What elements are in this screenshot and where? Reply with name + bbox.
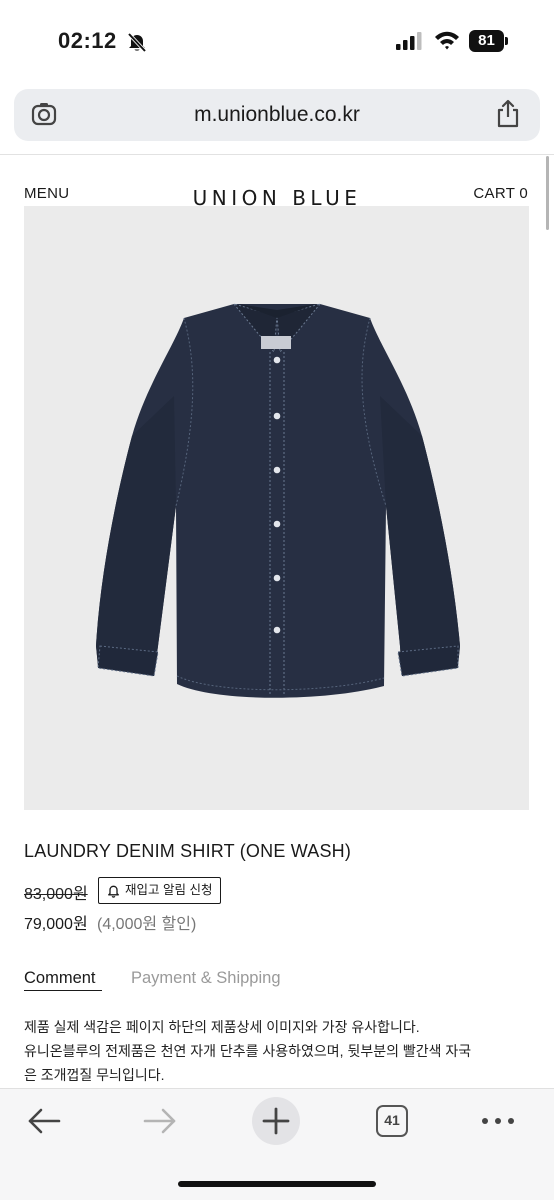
tab-comment[interactable]: Comment xyxy=(24,969,96,988)
url-text[interactable]: m.unionblue.co.kr xyxy=(14,89,540,141)
more-icon[interactable] xyxy=(480,1115,516,1127)
battery-level: 81 xyxy=(478,32,495,49)
restock-alert-label: 재입고 알림 신청 xyxy=(125,883,213,897)
browser-toolbar: 41 xyxy=(0,1088,554,1200)
new-tab-button[interactable] xyxy=(252,1097,300,1145)
battery-icon: 81 xyxy=(469,30,509,52)
active-tab-underline xyxy=(24,990,102,991)
comment-line: 제품 실제 색감은 페이지 하단의 제품상세 이미지와 가장 유사합니다. xyxy=(24,1019,420,1035)
wifi-icon xyxy=(435,31,459,50)
denim-shirt-image xyxy=(96,303,460,698)
share-icon[interactable] xyxy=(494,99,522,129)
tab-payment-shipping[interactable]: Payment & Shipping xyxy=(131,969,281,988)
comment-line: 은 조개껍질 무늬입니다. xyxy=(24,1067,165,1083)
discount-amount: (4,000원 할인) xyxy=(97,916,197,933)
product-image[interactable] xyxy=(24,206,529,810)
top-divider xyxy=(0,154,554,155)
comment-line: 유니온블루의 전제품은 천연 자개 단추를 사용하였으며, 뒷부분의 빨간색 자… xyxy=(24,1043,472,1059)
tab-switcher-button[interactable]: 41 xyxy=(376,1105,408,1137)
status-bar: 02:12 81 xyxy=(0,0,554,82)
restock-alert-button[interactable]: 재입고 알림 신청 xyxy=(98,877,222,904)
signal-icon xyxy=(396,32,422,50)
bell-icon xyxy=(108,885,119,898)
plus-icon xyxy=(262,1107,290,1135)
forward-arrow-icon[interactable] xyxy=(142,1106,178,1136)
status-time: 02:12 xyxy=(58,28,117,53)
cart-link[interactable]: CART 0 xyxy=(473,185,528,202)
product-title: LAUNDRY DENIM SHIRT (ONE WASH) xyxy=(24,841,352,861)
home-indicator xyxy=(178,1181,376,1187)
bell-slash-icon xyxy=(127,32,147,53)
sale-price: 79,000원 xyxy=(24,916,88,933)
comment-body: 제품 실제 색감은 페이지 하단의 제품상세 이미지와 가장 유사합니다. 유니… xyxy=(24,1015,532,1087)
original-price: 83,000원 xyxy=(24,886,88,903)
back-arrow-icon[interactable] xyxy=(26,1106,62,1136)
address-bar[interactable]: m.unionblue.co.kr xyxy=(14,89,540,141)
